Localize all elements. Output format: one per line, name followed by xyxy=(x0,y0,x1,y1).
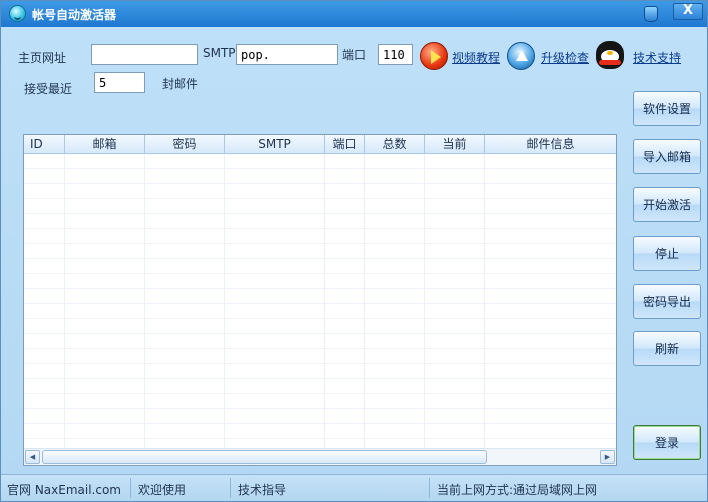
status-bar: 官网 NaxEmail.com 欢迎使用 技术指导 当前上网方式:通过局域网上网 xyxy=(1,474,707,501)
main-window: 帐号自动激活器 X 主页网址 SMTP 端口 视频教程 升级检查 技术支持 接受… xyxy=(0,0,708,502)
import-email-button[interactable]: 导入邮箱 xyxy=(633,139,701,174)
horizontal-scrollbar[interactable]: ◀ ▶ xyxy=(24,448,616,465)
status-website: 官网 NaxEmail.com xyxy=(7,483,121,497)
accounts-table[interactable]: ID 邮箱 密码 SMTP 端口 总数 当前 邮件信息 ◀ ▶ xyxy=(23,134,617,466)
scroll-right-icon[interactable]: ▶ xyxy=(600,450,615,464)
qq-scarf-shape xyxy=(599,60,621,65)
skin-icon[interactable] xyxy=(644,6,658,22)
col-header-mail-info[interactable]: 邮件信息 xyxy=(485,135,616,154)
col-divider xyxy=(324,154,325,448)
video-tutorial-link[interactable]: 视频教程 xyxy=(452,49,500,66)
qq-penguin-icon[interactable] xyxy=(596,41,624,69)
status-guide: 技术指导 xyxy=(238,483,287,497)
port-label: 端口 xyxy=(342,48,367,62)
col-header-smtp[interactable]: SMTP xyxy=(225,135,325,154)
status-divider xyxy=(130,478,131,498)
table-body[interactable] xyxy=(24,154,616,448)
col-divider xyxy=(224,154,225,448)
scroll-left-icon[interactable]: ◀ xyxy=(25,450,40,464)
upgrade-check-link[interactable]: 升级检查 xyxy=(541,49,589,66)
col-divider xyxy=(144,154,145,448)
qq-beak-shape xyxy=(607,51,613,55)
homepage-label: 主页网址 xyxy=(18,51,67,65)
scroll-thumb[interactable] xyxy=(42,450,487,464)
col-divider xyxy=(364,154,365,448)
col-header-port[interactable]: 端口 xyxy=(325,135,365,154)
col-header-current[interactable]: 当前 xyxy=(425,135,485,154)
window-title: 帐号自动激活器 xyxy=(32,8,117,22)
col-header-total[interactable]: 总数 xyxy=(365,135,425,154)
recent-count-input[interactable] xyxy=(94,72,145,93)
status-divider xyxy=(429,478,430,498)
col-divider xyxy=(64,154,65,448)
col-divider xyxy=(424,154,425,448)
stop-button[interactable]: 停止 xyxy=(633,236,701,271)
title-bar[interactable]: 帐号自动激活器 X xyxy=(1,1,707,27)
play-video-icon[interactable] xyxy=(420,42,448,70)
export-passwords-button[interactable]: 密码导出 xyxy=(633,284,701,319)
refresh-button[interactable]: 刷新 xyxy=(633,331,701,366)
app-smiley-icon xyxy=(9,5,26,22)
close-button[interactable]: X xyxy=(673,3,703,20)
table-header: ID 邮箱 密码 SMTP 端口 总数 当前 邮件信息 xyxy=(24,135,616,154)
login-button[interactable]: 登录 xyxy=(633,425,701,460)
tech-support-link[interactable]: 技术支持 xyxy=(633,49,681,66)
software-settings-button[interactable]: 软件设置 xyxy=(633,91,701,126)
smtp-input[interactable] xyxy=(236,44,338,65)
col-header-password[interactable]: 密码 xyxy=(145,135,225,154)
smtp-label: SMTP xyxy=(203,46,236,60)
col-header-email[interactable]: 邮箱 xyxy=(65,135,145,154)
status-divider xyxy=(230,478,231,498)
upgrade-arrow-icon[interactable] xyxy=(507,42,535,70)
col-divider xyxy=(484,154,485,448)
start-activation-button[interactable]: 开始激活 xyxy=(633,187,701,222)
status-network: 当前上网方式:通过局域网上网 xyxy=(437,483,598,497)
status-welcome: 欢迎使用 xyxy=(138,483,187,497)
col-header-id[interactable]: ID xyxy=(24,135,65,154)
recent-suffix-label: 封邮件 xyxy=(162,77,199,91)
homepage-input[interactable] xyxy=(91,44,198,65)
recent-label: 接受最近 xyxy=(24,82,73,96)
port-input[interactable] xyxy=(378,44,413,65)
